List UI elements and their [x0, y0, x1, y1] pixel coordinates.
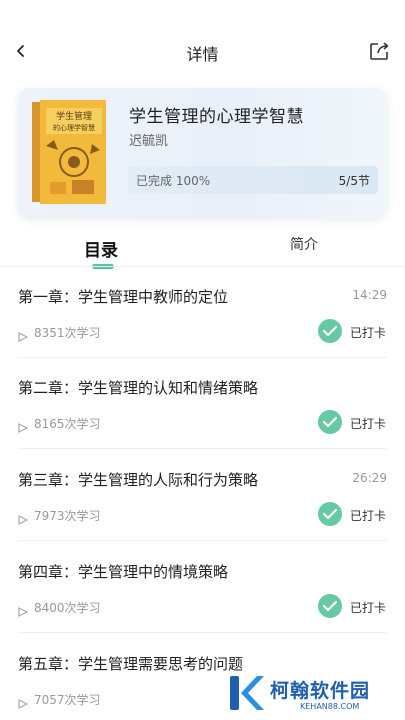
progress-label: 已完成 100%: [136, 174, 211, 188]
play-icon: [18, 694, 29, 709]
play-icon: [18, 327, 29, 342]
book-author: 迟毓凯: [129, 134, 169, 149]
checkin-status: 已打卡: [350, 326, 387, 340]
tab-catalog[interactable]: 目录: [84, 236, 118, 261]
study-count: 8165次学习: [34, 417, 101, 431]
checkin-status: 已打卡: [350, 417, 387, 431]
chapter-item[interactable]: 第三章：学生管理的人际和行为策略 26:29 7973次学习 已打卡: [0, 451, 405, 541]
chapter-item[interactable]: 第一章：学生管理中教师的定位 14:29 8351次学习 已打卡: [0, 268, 405, 358]
divider: [18, 448, 387, 449]
check-icon: [318, 410, 342, 434]
share-icon[interactable]: [369, 41, 391, 61]
book-cover-image: 学生管理 的心理学智慧: [32, 100, 106, 204]
play-icon: [18, 602, 29, 617]
chapter-duration: 26:29: [352, 471, 387, 485]
divider: [18, 357, 387, 358]
tab-bar: 目录 简介: [0, 226, 405, 270]
chapter-item[interactable]: 第四章：学生管理中的情境策略 8400次学习 已打卡: [0, 543, 405, 633]
svg-text:学生管理: 学生管理: [56, 110, 92, 122]
checkin-status: 已打卡: [350, 509, 387, 523]
check-icon: [318, 319, 342, 343]
kehan-logo-icon: [226, 672, 266, 714]
book-card: 学生管理 的心理学智慧 学生管理的心理学智慧 迟毓凯 已完成 100% 5/5节: [18, 88, 387, 218]
study-count: 8351次学习: [34, 326, 101, 340]
section-count: 5/5节: [338, 174, 370, 188]
page-title: 详情: [186, 45, 219, 64]
divider: [0, 266, 405, 267]
chapter-title: 第五章：学生管理需要思考的问题: [18, 655, 244, 673]
watermark-name: 柯翰软件园: [270, 680, 371, 702]
svg-text:的心理学智慧: 的心理学智慧: [53, 123, 95, 132]
play-icon: [18, 510, 29, 525]
divider: [18, 632, 387, 633]
chapter-title: 第三章：学生管理的人际和行为策略: [18, 471, 259, 489]
chapter-duration: 14:29: [352, 288, 387, 302]
tab-intro[interactable]: 简介: [290, 234, 318, 254]
watermark-domain: KEHAN88.COM: [300, 702, 360, 711]
site-watermark: 柯翰软件园 KEHAN88.COM: [226, 670, 396, 716]
chapter-item[interactable]: 第二章：学生管理的认知和情绪策略 8165次学习 已打卡: [0, 359, 405, 449]
study-count: 7973次学习: [34, 509, 101, 523]
check-icon: [318, 594, 342, 618]
chapter-title: 第二章：学生管理的认知和情绪策略: [18, 379, 259, 397]
study-count: 7057次学习: [34, 693, 101, 707]
divider: [18, 540, 387, 541]
checkin-status: 已打卡: [350, 601, 387, 615]
chapter-title: 第四章：学生管理中的情境策略: [18, 563, 229, 581]
play-icon: [18, 418, 29, 433]
book-title: 学生管理的心理学智慧: [129, 107, 304, 127]
progress-bar: 已完成 100% 5/5节: [128, 166, 378, 194]
chapter-title: 第一章：学生管理中教师的定位: [18, 288, 229, 306]
study-count: 8400次学习: [34, 601, 101, 615]
check-icon: [318, 502, 342, 526]
